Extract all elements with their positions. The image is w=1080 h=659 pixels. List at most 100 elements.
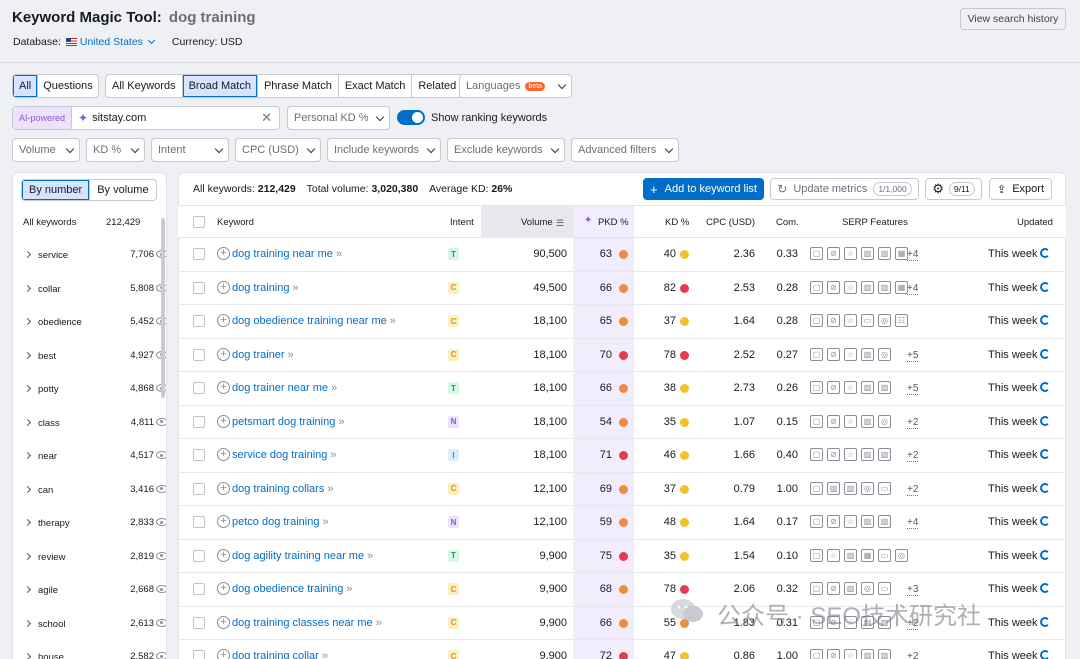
- col-updated[interactable]: Updated: [1017, 217, 1053, 228]
- keyword-group-item[interactable]: can 3,416: [13, 473, 166, 506]
- tab-broad-match[interactable]: Broad Match: [182, 75, 258, 97]
- serp-feature-icon[interactable]: ▨: [861, 247, 874, 260]
- row-checkbox[interactable]: [193, 281, 205, 294]
- keyword-link[interactable]: dog trainer near me»: [232, 382, 337, 394]
- double-chevron-icon[interactable]: »: [331, 382, 337, 394]
- filter-exclude[interactable]: Exclude keywords: [447, 138, 565, 162]
- double-chevron-icon[interactable]: »: [376, 617, 382, 629]
- row-checkbox[interactable]: [193, 348, 205, 361]
- more-serp-features[interactable]: +2: [907, 484, 919, 496]
- serp-feature-icon[interactable]: ▧: [878, 280, 891, 294]
- serp-feature-icon[interactable]: ▢: [810, 280, 823, 294]
- keyword-group-item[interactable]: review 2,819: [13, 540, 166, 573]
- serp-feature-icon[interactable]: ☆: [844, 280, 857, 294]
- serp-feature-icon[interactable]: ☆: [844, 347, 857, 361]
- row-checkbox[interactable]: [193, 315, 205, 327]
- serp-feature-icon[interactable]: ⊘: [827, 280, 840, 294]
- refresh-icon[interactable]: [1040, 248, 1050, 258]
- refresh-icon[interactable]: [1040, 315, 1050, 325]
- keyword-link[interactable]: dog training near me»: [232, 248, 342, 260]
- serp-feature-icon[interactable]: ☆: [844, 247, 857, 260]
- col-volume[interactable]: Volume: [521, 217, 553, 228]
- add-keyword-icon[interactable]: +: [217, 649, 230, 659]
- more-serp-features[interactable]: +5: [907, 350, 919, 362]
- row-checkbox[interactable]: [193, 650, 205, 659]
- tab-all[interactable]: All: [13, 75, 39, 97]
- serp-feature-icon[interactable]: ☆: [844, 381, 857, 394]
- row-checkbox[interactable]: [193, 616, 205, 629]
- serp-feature-icon[interactable]: ◎: [861, 481, 874, 495]
- serp-feature-icon[interactable]: ▧: [844, 481, 857, 495]
- eye-icon[interactable]: [156, 451, 166, 459]
- serp-feature-icon[interactable]: ▭: [878, 582, 891, 595]
- filter-include[interactable]: Include keywords: [327, 138, 441, 162]
- serp-feature-icon[interactable]: ◎: [878, 414, 891, 428]
- serp-feature-icon[interactable]: ◎: [878, 314, 891, 327]
- add-keyword-icon[interactable]: +: [217, 347, 230, 361]
- serp-feature-icon[interactable]: ▧: [878, 515, 891, 528]
- serp-feature-icon[interactable]: ▨: [861, 649, 874, 659]
- col-kd[interactable]: KD %: [665, 217, 689, 228]
- eye-icon[interactable]: [156, 551, 166, 560]
- serp-feature-icon[interactable]: ☆: [827, 548, 840, 562]
- serp-feature-icon[interactable]: ▧: [878, 448, 891, 461]
- filter-advanced[interactable]: Advanced filters: [571, 138, 679, 162]
- double-chevron-icon[interactable]: »: [346, 583, 352, 595]
- add-keyword-icon[interactable]: +: [217, 280, 230, 294]
- row-checkbox[interactable]: [193, 516, 205, 528]
- keyword-link[interactable]: dog training collar»: [232, 650, 328, 659]
- refresh-icon[interactable]: [1040, 482, 1050, 493]
- filter-intent[interactable]: Intent: [151, 138, 229, 162]
- refresh-icon[interactable]: [1040, 281, 1050, 292]
- update-metrics-button[interactable]: ↻ Update metrics 1/1,000: [770, 178, 919, 200]
- keyword-link[interactable]: dog trainer»: [232, 349, 294, 361]
- more-serp-features[interactable]: +3: [907, 584, 919, 596]
- personal-kd-dropdown[interactable]: Personal KD %: [287, 106, 390, 130]
- all-keywords-group-label[interactable]: All keywords: [23, 217, 76, 228]
- serp-feature-icon[interactable]: ⊘: [827, 582, 840, 595]
- refresh-icon[interactable]: [1040, 415, 1050, 426]
- keyword-link[interactable]: dog training collars»: [232, 483, 333, 495]
- double-chevron-icon[interactable]: »: [390, 315, 396, 327]
- refresh-icon[interactable]: [1040, 382, 1050, 392]
- select-all-checkbox[interactable]: [193, 216, 205, 228]
- serp-feature-icon[interactable]: ◎: [861, 582, 874, 595]
- serp-feature-icon[interactable]: ▢: [810, 448, 823, 461]
- add-keyword-icon[interactable]: +: [217, 548, 230, 562]
- serp-feature-icon[interactable]: ▦: [861, 548, 874, 562]
- keyword-link[interactable]: dog agility training near me»: [232, 550, 373, 562]
- row-checkbox[interactable]: [193, 449, 205, 461]
- serp-feature-icon[interactable]: ▢: [810, 649, 823, 659]
- keyword-group-item[interactable]: potty 4,868: [13, 372, 166, 405]
- serp-feature-icon[interactable]: ⊘: [827, 649, 840, 659]
- more-serp-features[interactable]: +4: [907, 517, 919, 529]
- add-keyword-icon[interactable]: +: [217, 314, 230, 327]
- serp-feature-icon[interactable]: ⊘: [827, 247, 840, 260]
- add-keyword-icon[interactable]: +: [217, 481, 230, 495]
- more-serp-features[interactable]: +5: [907, 383, 919, 395]
- row-checkbox[interactable]: [193, 583, 205, 595]
- serp-feature-icon[interactable]: ▨: [861, 347, 874, 361]
- filter-cpc[interactable]: CPC (USD): [235, 138, 321, 162]
- double-chevron-icon[interactable]: »: [330, 449, 336, 461]
- eye-icon[interactable]: [156, 652, 166, 659]
- keyword-link[interactable]: service dog training»: [232, 449, 337, 461]
- row-checkbox[interactable]: [193, 549, 205, 562]
- eye-icon[interactable]: [156, 484, 166, 493]
- add-keyword-icon[interactable]: +: [217, 615, 230, 629]
- tab-related[interactable]: Related: [412, 75, 462, 97]
- add-keyword-icon[interactable]: +: [217, 247, 230, 260]
- serp-feature-icon[interactable]: ▭: [861, 314, 874, 327]
- tab-all-keywords[interactable]: All Keywords: [106, 75, 183, 97]
- double-chevron-icon[interactable]: »: [322, 650, 328, 659]
- languages-dropdown[interactable]: Languages beta: [459, 74, 572, 98]
- col-serp[interactable]: SERP Features: [842, 217, 908, 228]
- refresh-icon[interactable]: [1040, 516, 1050, 526]
- export-button[interactable]: ⇪ Export: [989, 178, 1052, 200]
- keyword-link[interactable]: dog training»: [232, 282, 299, 294]
- refresh-icon[interactable]: [1040, 616, 1050, 627]
- clear-icon[interactable]: ✕: [261, 110, 272, 126]
- row-checkbox[interactable]: [193, 382, 205, 394]
- tab-by-volume[interactable]: By volume: [90, 180, 155, 200]
- keyword-group-item[interactable]: service 7,706: [13, 238, 166, 271]
